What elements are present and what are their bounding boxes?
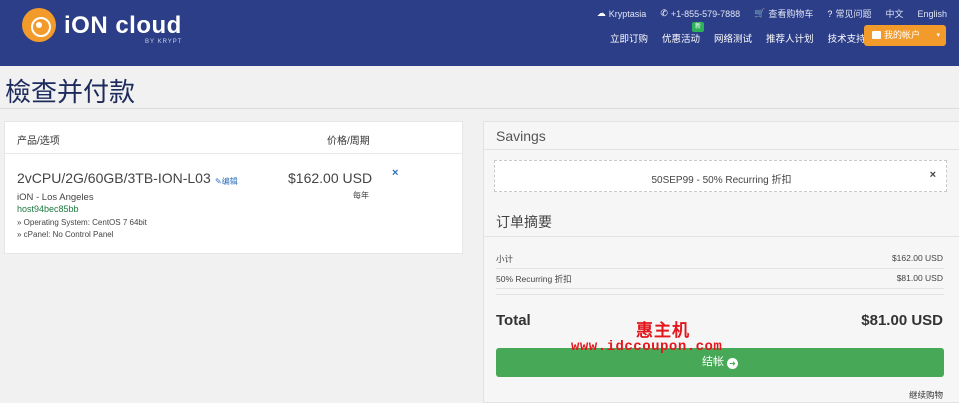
row-divider [496,288,944,289]
price-column-header: 价格/周期 [327,136,370,147]
nav-network-test[interactable]: 网络测试 [714,31,752,45]
cart-icon: 🛒 [754,8,766,18]
logo-subtitle: BY KRYPT [145,39,183,45]
row-divider [496,268,944,269]
arrow-right-icon: ➜ [727,358,738,369]
discount-value: $81.00 USD [896,273,943,283]
product-name: 2vCPU/2G/60GB/3TB-ION-L03 [17,170,211,186]
phone-link[interactable]: ✆ +1-855-579-7888 [660,7,740,20]
lang-english-link[interactable]: English [917,7,947,20]
billing-cycle: 每年 [353,191,369,200]
pencil-icon: ✎ [215,177,222,186]
account-icon [872,31,881,39]
cart-header-row: 产品/选项 价格/周期 [5,122,462,154]
logo-text: iON cloud [64,12,182,39]
row-divider [496,294,944,295]
main-nav: 立即订购 优惠活动 新 网络测试 推荐人计划 技术支持 [610,22,866,45]
savings-title: Savings [496,128,546,144]
watermark-url: www.idccoupon.com [571,339,723,355]
total-label: Total [496,312,531,329]
savings-divider [484,149,959,150]
promo-code-box: 50SEP99 - 50% Recurring 折扣 × [494,160,947,192]
view-cart-link[interactable]: 🛒 查看购物车 [754,7,813,20]
order-summary-title: 订单摘要 [496,214,552,230]
edit-product-link[interactable]: ✎编辑 [215,176,238,187]
product-option-cpanel: » cPanel: No Control Panel [17,230,114,239]
remove-item-icon[interactable]: × [392,167,398,179]
total-value: $81.00 USD [861,312,943,329]
subtotal-value: $162.00 USD [891,253,943,263]
ion-cloud-logo[interactable]: iON cloud BY KRYPT [22,8,182,56]
discount-label: 50% Recurring 折扣 [496,274,572,284]
question-icon: ? [827,8,833,19]
nav-support[interactable]: 技术支持 [828,31,866,45]
nav-order-now[interactable]: 立即订购 [610,31,648,45]
cloud-icon: ☁ [596,8,606,18]
new-badge: 新 [692,22,705,32]
title-divider [0,108,959,109]
cart-items-panel: 产品/选项 价格/周期 2vCPU/2G/60GB/3TB-ION-L03 ✎编… [4,121,463,254]
product-option-os: » Operating System: CentOS 7 64bit [17,218,147,227]
page-title: 檢查并付款 [5,77,136,107]
nav-referral[interactable]: 推荐人计划 [766,31,814,45]
my-account-button[interactable]: 我的帐户 ▾ [864,25,946,46]
summary-divider [484,236,959,237]
caret-down-icon: ▾ [936,32,940,39]
watermark-text: 惠主机 [636,321,690,340]
product-group: iON - Los Angeles [17,192,94,203]
remove-promo-icon[interactable]: × [930,169,936,181]
product-price: $162.00 USD [288,170,373,186]
lang-chinese-link[interactable]: 中文 [885,7,903,20]
site-header: iON cloud BY KRYPT ☁ Kryptasia ✆ +1-855-57… [0,0,959,66]
faq-link[interactable]: ? 常见问题 [827,7,871,20]
logo-icon [22,8,56,42]
product-hostname: host94bec85bb [17,204,79,214]
product-column-header: 产品/选项 [17,136,60,147]
continue-shopping-link[interactable]: 继续购物 [909,389,943,401]
promo-code-text: 50SEP99 - 50% Recurring 折扣 [651,175,792,186]
subtotal-label: 小计 [496,254,514,264]
order-summary-panel: Savings 50SEP99 - 50% Recurring 折扣 × 订单摘… [483,121,959,403]
top-links: ☁ Kryptasia ✆ +1-855-579-7888 🛒 查看购物车 ? 常见问题… [597,7,947,20]
kryptasia-link[interactable]: ☁ Kryptasia [597,7,647,20]
nav-promotions[interactable]: 优惠活动 新 [662,22,705,45]
phone-icon: ✆ [660,8,668,18]
